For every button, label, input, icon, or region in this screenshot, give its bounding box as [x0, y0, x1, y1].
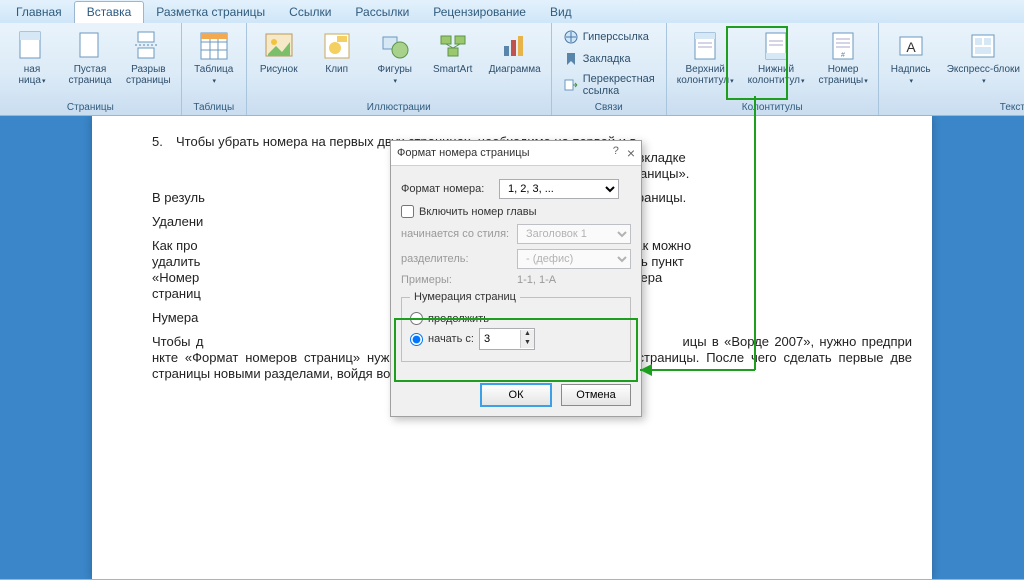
svg-text:A: A: [906, 39, 916, 55]
start-at-radio[interactable]: [410, 333, 423, 346]
page-break-button[interactable]: Разрыв страницы: [120, 27, 177, 89]
header-icon: [689, 30, 721, 62]
ribbon-tabs: Главная Вставка Разметка страницы Ссылки…: [0, 0, 1024, 23]
group-label-headerfooter: Колонтитулы: [742, 101, 803, 115]
textbox-button[interactable]: A Надпись▾: [883, 27, 939, 90]
tab-insert[interactable]: Вставка: [74, 1, 145, 23]
chapter-style-select: Заголовок 1: [517, 224, 631, 244]
format-label: Формат номера:: [401, 183, 493, 195]
cover-page-icon: [16, 30, 48, 62]
clip-button[interactable]: Клип: [309, 27, 365, 78]
blank-page-button[interactable]: Пустая страница: [62, 27, 118, 89]
number-format-select[interactable]: 1, 2, 3, ...: [499, 179, 619, 199]
chart-icon: [499, 30, 531, 62]
page-number-button[interactable]: # Номер страницы▾: [812, 27, 873, 90]
table-icon: [198, 30, 230, 62]
footer-button[interactable]: Нижний колонтитул▾: [742, 27, 811, 90]
tab-page-layout[interactable]: Разметка страницы: [144, 2, 277, 23]
smartart-icon: [437, 30, 469, 62]
smartart-button[interactable]: SmartArt: [425, 27, 481, 78]
start-at-input[interactable]: [480, 329, 520, 349]
svg-text:#: #: [841, 52, 845, 59]
page-break-icon: [132, 30, 164, 62]
dialog-close-button[interactable]: ×: [627, 145, 635, 161]
group-label-text: Текст: [1000, 101, 1024, 115]
tab-home[interactable]: Главная: [4, 2, 74, 23]
tab-review[interactable]: Рецензирование: [421, 2, 538, 23]
group-text: A Надпись▾ Экспресс-блоки▾ A WordArt▾ A …: [879, 23, 1024, 115]
header-button[interactable]: Верхний колонтитул▾: [671, 27, 740, 90]
page-number-icon: #: [827, 30, 859, 62]
group-label-links: Связи: [595, 101, 623, 115]
quickparts-icon: [967, 30, 999, 62]
crossref-icon: [563, 77, 579, 93]
group-tables: Таблица▾ Таблицы: [182, 23, 247, 115]
group-links: Гиперссылка Закладка Перекрестная ссылка…: [552, 23, 667, 115]
clip-icon: [321, 30, 353, 62]
tab-view[interactable]: Вид: [538, 2, 584, 23]
hyperlink-icon: [563, 29, 579, 45]
tab-mailings[interactable]: Рассылки: [343, 2, 421, 23]
bookmark-button[interactable]: Закладка: [560, 49, 658, 69]
shapes-icon: [379, 30, 411, 62]
include-chapter-checkbox[interactable]: [401, 205, 414, 218]
group-label-pages: Страницы: [67, 101, 114, 115]
blank-page-icon: [74, 30, 106, 62]
crossref-button[interactable]: Перекрестная ссылка: [560, 71, 658, 99]
picture-icon: [263, 30, 295, 62]
picture-button[interactable]: Рисунок: [251, 27, 307, 78]
group-pages: ная ница▾ Пустая страница Разрыв страниц…: [0, 23, 182, 115]
include-chapter-label: Включить номер главы: [419, 206, 537, 218]
table-button[interactable]: Таблица▾: [186, 27, 242, 90]
list-number: 5.: [152, 134, 176, 182]
start-at-spinner[interactable]: ▲▼: [479, 328, 535, 350]
dialog-help-button[interactable]: ?: [613, 145, 619, 161]
continue-radio[interactable]: [410, 312, 423, 325]
tab-references[interactable]: Ссылки: [277, 2, 343, 23]
footer-icon: [760, 30, 792, 62]
shapes-button[interactable]: Фигуры▾: [367, 27, 423, 90]
hyperlink-button[interactable]: Гиперссылка: [560, 27, 658, 47]
bookmark-icon: [563, 51, 579, 67]
page-number-format-dialog: Формат номера страницы ? × Формат номера…: [390, 140, 642, 417]
dialog-title: Формат номера страницы: [397, 147, 530, 159]
ribbon: ная ница▾ Пустая страница Разрыв страниц…: [0, 23, 1024, 116]
group-label-tables: Таблицы: [193, 101, 234, 115]
page-numbering-fieldset: Нумерация страниц продолжить начать с: ▲…: [401, 291, 631, 362]
ok-button[interactable]: ОК: [481, 384, 551, 406]
group-label-illustrations: Иллюстрации: [367, 101, 431, 115]
textbox-icon: A: [895, 30, 927, 62]
cover-page-button[interactable]: ная ница▾: [4, 27, 60, 90]
separator-select: - (дефис): [517, 249, 631, 269]
chart-button[interactable]: Диаграмма: [483, 27, 547, 78]
cancel-button[interactable]: Отмена: [561, 384, 631, 406]
group-illustrations: Рисунок Клип Фигуры▾ SmartArt Диаграмма: [247, 23, 552, 115]
quickparts-button[interactable]: Экспресс-блоки▾: [941, 27, 1024, 90]
group-headerfooter: Верхний колонтитул▾ Нижний колонтитул▾ #…: [667, 23, 879, 115]
spinner-down[interactable]: ▼: [521, 339, 534, 348]
spinner-up[interactable]: ▲: [521, 330, 534, 339]
